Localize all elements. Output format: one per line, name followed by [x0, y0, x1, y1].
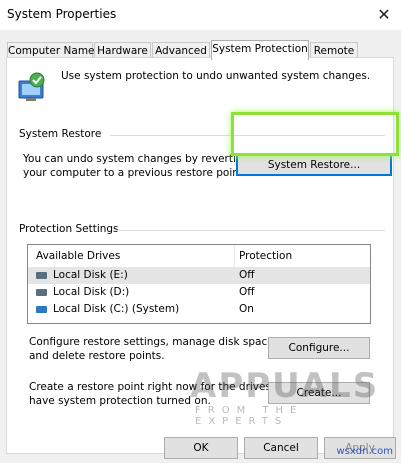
drive-name: Local Disk (D:)	[53, 286, 130, 298]
drive-icon	[36, 272, 47, 279]
table-row[interactable]: Local Disk (C:) (System) On	[28, 301, 370, 318]
system-drive-icon	[36, 306, 47, 313]
tab-system-protection[interactable]: System Protection	[211, 40, 309, 60]
system-restore-desc-2: your computer to a previous restore poin…	[23, 167, 247, 179]
table-row[interactable]: Local Disk (E:) Off	[28, 267, 370, 284]
window-title: System Properties	[7, 7, 117, 21]
watermark-tagline: FROM THE EXPERTS	[195, 405, 304, 427]
title-bar: System Properties ✕	[0, 0, 401, 30]
drive-icon	[36, 289, 47, 296]
configure-button[interactable]: Configure...	[268, 337, 370, 359]
table-row[interactable]: Local Disk (D:) Off	[28, 284, 370, 301]
cancel-button[interactable]: Cancel	[244, 437, 318, 459]
drive-name: Local Disk (C:) (System)	[53, 303, 180, 315]
intro-text: Use system protection to undo unwanted s…	[61, 70, 371, 82]
create-desc-2: have system protection turned on.	[29, 395, 211, 407]
column-protection[interactable]: Protection	[239, 245, 292, 267]
close-icon[interactable]: ✕	[373, 4, 395, 26]
drive-protection: Off	[239, 286, 255, 298]
drive-protection: On	[239, 303, 254, 315]
drive-name: Local Disk (E:)	[53, 269, 128, 281]
protection-settings-heading: Protection Settings	[19, 223, 119, 235]
system-restore-button[interactable]: System Restore...	[236, 154, 392, 176]
ok-button[interactable]: OK	[164, 437, 238, 459]
system-restore-heading: System Restore	[19, 128, 102, 140]
site-watermark: wsxdn.com	[336, 446, 393, 457]
separator	[114, 230, 385, 231]
system-protection-icon	[18, 72, 45, 101]
drives-list[interactable]: Available Drives Protection Local Disk (…	[27, 244, 371, 324]
configure-desc-2: and delete restore points.	[29, 350, 165, 362]
drive-protection: Off	[239, 269, 255, 281]
configure-desc-1: Configure restore settings, manage disk …	[29, 336, 278, 348]
system-restore-highlight	[231, 112, 399, 156]
column-divider	[234, 245, 235, 267]
watermark-logo: APPUALS	[190, 366, 380, 406]
system-restore-desc-1: You can undo system changes by reverting	[23, 153, 250, 165]
column-available-drives[interactable]: Available Drives	[36, 245, 120, 267]
